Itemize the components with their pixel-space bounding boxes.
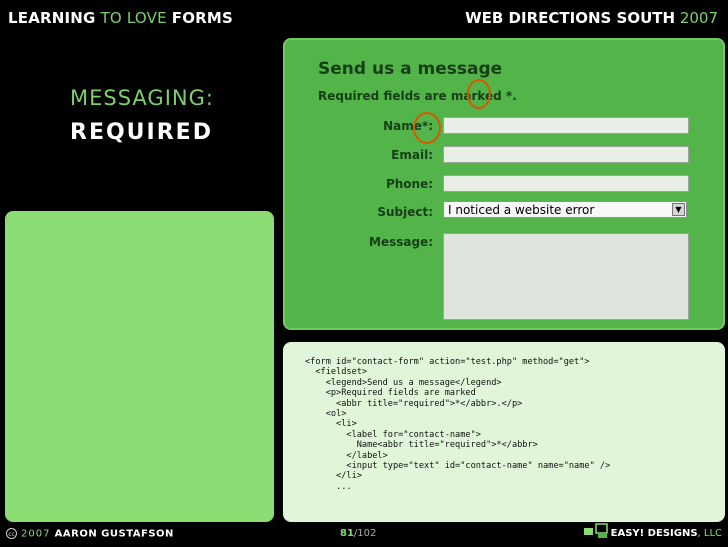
message-textarea[interactable] bbox=[443, 233, 689, 320]
email-label: Email: bbox=[391, 148, 433, 162]
footer-credit: cc 2007 AARON GUSTAFSON bbox=[6, 528, 174, 540]
form-legend: Send us a message bbox=[318, 59, 503, 79]
header-forms: FORMS bbox=[171, 9, 234, 27]
company-suffix: , LLC bbox=[697, 528, 722, 539]
code-sample: <form id="contact-form" action="test.php… bbox=[305, 357, 611, 492]
footer-author: AARON GUSTAFSON bbox=[54, 528, 174, 540]
slide-header-right: WEB DIRECTIONS SOUTH 2007 bbox=[465, 9, 718, 27]
subject-label: Subject: bbox=[377, 205, 433, 219]
header-learning: LEARNING bbox=[8, 9, 96, 27]
slide-header-left: LEARNING TO LOVE FORMS bbox=[8, 9, 233, 27]
header-year: 2007 bbox=[675, 9, 718, 27]
chevron-down-icon[interactable]: ▼ bbox=[672, 203, 685, 216]
subject-select[interactable]: I noticed a website error ▼ bbox=[443, 201, 687, 218]
left-panel bbox=[5, 211, 274, 522]
page-counter: 81/102 bbox=[340, 528, 376, 539]
page-total: /102 bbox=[353, 528, 377, 539]
email-input[interactable] bbox=[443, 146, 689, 163]
easy-designs-logo-icon bbox=[584, 523, 608, 538]
footer-year: 2007 bbox=[21, 528, 55, 540]
phone-label: Phone: bbox=[385, 177, 433, 191]
name-input[interactable] bbox=[443, 117, 689, 134]
creative-commons-icon: cc bbox=[6, 528, 17, 539]
company-name: EASY! DESIGNS bbox=[610, 528, 698, 539]
slide-title: REQUIRED bbox=[70, 120, 213, 145]
message-label: Message: bbox=[369, 235, 433, 249]
slide-subtitle: MESSAGING: bbox=[70, 86, 214, 110]
name-required-highlight bbox=[413, 112, 441, 144]
header-web-directions: WEB DIRECTIONS SOUTH bbox=[465, 9, 676, 27]
phone-input[interactable] bbox=[443, 175, 689, 192]
subject-selected-value: I noticed a website error bbox=[448, 203, 595, 217]
required-note-end: . bbox=[512, 89, 517, 103]
page-current: 81 bbox=[340, 528, 354, 539]
header-to-love: TO LOVE bbox=[95, 9, 172, 27]
contact-form-demo: Send us a message Required fields are ma… bbox=[283, 38, 725, 330]
required-marker-highlight bbox=[467, 79, 491, 109]
footer-company: EASY! DESIGNS, LLC bbox=[611, 528, 722, 539]
code-sample-panel: <form id="contact-form" action="test.php… bbox=[283, 342, 725, 522]
